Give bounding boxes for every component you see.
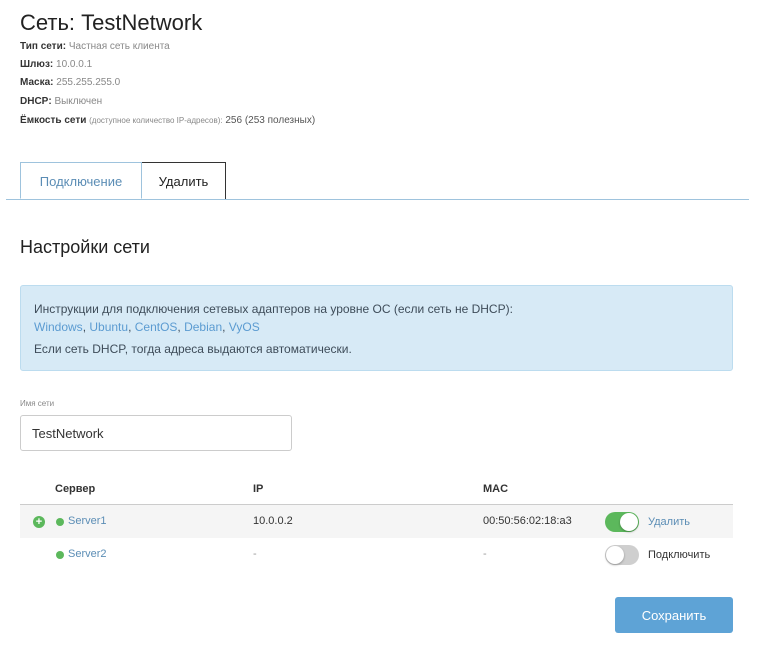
connect-action-label[interactable]: Подключить — [648, 549, 710, 561]
tab-connection[interactable]: Подключение — [20, 162, 142, 199]
column-header-ip: IP — [253, 483, 264, 495]
connection-toggle[interactable] — [605, 512, 639, 532]
toggle-knob — [620, 513, 638, 531]
server-mac: - — [483, 548, 487, 560]
mask-value: 255.255.255.0 — [56, 77, 121, 88]
server-ip: - — [253, 548, 257, 560]
plus-circle-icon[interactable]: + — [33, 516, 45, 528]
gateway: Шлюз: 10.0.0.1 — [20, 59, 92, 70]
link-windows[interactable]: Windows — [34, 320, 83, 334]
column-header-server: Сервер — [55, 483, 96, 495]
gateway-value: 10.0.0.1 — [56, 59, 93, 70]
network-type-label: Тип сети: — [20, 41, 67, 52]
info-instructions: Инструкции для подключения сетевых адапт… — [34, 302, 513, 316]
column-header-mac: MAC — [483, 483, 509, 495]
capacity-value: 256 (253 полезных) — [225, 115, 316, 126]
info-dhcp-note: Если сеть DHCP, тогда адреса выдаются ав… — [34, 342, 352, 356]
link-centos[interactable]: CentOS — [135, 320, 178, 334]
status-dot-icon — [56, 518, 64, 526]
network-name-label: Имя сети — [20, 399, 55, 408]
status-dot-icon — [56, 551, 64, 559]
server-link[interactable]: Server2 — [68, 548, 107, 560]
server-ip: 10.0.0.2 — [253, 515, 293, 527]
dhcp-label: DHCP: — [20, 96, 52, 107]
capacity-hint: (доступное количество IP-адресов): — [89, 116, 223, 125]
toggle-knob — [606, 546, 624, 564]
server-link[interactable]: Server1 — [68, 515, 107, 527]
info-box: Инструкции для подключения сетевых адапт… — [20, 285, 733, 371]
network-type: Тип сети: Частная сеть клиента — [20, 41, 170, 52]
section-title: Настройки сети — [20, 237, 150, 257]
capacity: Ёмкость сети (доступное количество IP-ад… — [20, 115, 315, 126]
link-ubuntu[interactable]: Ubuntu — [89, 320, 128, 334]
disconnect-link[interactable]: Удалить — [648, 516, 690, 528]
info-links: Windows, Ubuntu, CentOS, Debian, VyOS — [34, 320, 260, 334]
dhcp: DHCP: Выключен — [20, 96, 102, 107]
connection-toggle[interactable] — [605, 545, 639, 565]
server-mac: 00:50:56:02:18:a3 — [483, 515, 572, 527]
gateway-label: Шлюз: — [20, 59, 54, 70]
link-vyos[interactable]: VyOS — [229, 320, 260, 334]
mask-label: Маска: — [20, 77, 54, 88]
page-title: Сеть: TestNetwork — [20, 10, 203, 35]
network-type-value: Частная сеть клиента — [68, 41, 170, 52]
network-name-input[interactable] — [20, 415, 292, 451]
capacity-label: Ёмкость сети — [20, 115, 87, 126]
dhcp-value: Выключен — [54, 96, 103, 107]
save-button[interactable]: Сохранить — [615, 597, 733, 633]
tab-delete[interactable]: Удалить — [141, 162, 226, 199]
link-debian[interactable]: Debian — [184, 320, 222, 334]
mask: Маска: 255.255.255.0 — [20, 77, 120, 88]
